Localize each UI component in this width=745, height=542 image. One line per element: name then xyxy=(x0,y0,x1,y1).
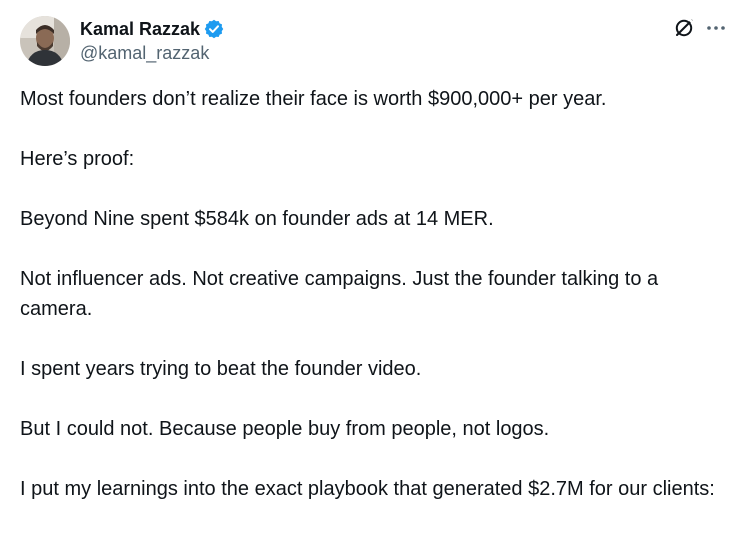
avatar-photo-icon xyxy=(20,16,70,66)
tweet-header: Kamal Razzak @kamal_razzak xyxy=(20,14,224,68)
grok-icon[interactable] xyxy=(673,17,695,39)
tweet-paragraph: But I could not. Because people buy from… xyxy=(20,418,550,440)
tweet-paragraph: I spent years trying to beat the founder… xyxy=(20,358,422,380)
tweet-text: Most founders don’t realize their face i… xyxy=(20,84,730,534)
tweet-card: Kamal Razzak @kamal_razzak Most founders… xyxy=(0,0,745,542)
tweet-paragraph: Beyond Nine spent $584k on founder ads a… xyxy=(20,208,494,230)
verified-badge-icon[interactable] xyxy=(204,19,224,39)
avatar[interactable] xyxy=(20,16,70,66)
more-options-icon[interactable] xyxy=(705,17,727,39)
top-actions xyxy=(673,17,727,39)
tweet-paragraph: Most founders don’t realize their face i… xyxy=(20,88,607,110)
name-row: Kamal Razzak xyxy=(80,17,224,41)
tweet-paragraph: I put my learnings into the exact playbo… xyxy=(20,478,715,500)
tweet-paragraph: Not influencer ads. Not creative campaig… xyxy=(20,268,659,320)
author-handle[interactable]: @kamal_razzak xyxy=(80,41,224,65)
display-name[interactable]: Kamal Razzak xyxy=(80,19,200,40)
tweet-paragraph: Here’s proof: xyxy=(20,148,135,170)
author-info: Kamal Razzak @kamal_razzak xyxy=(80,17,224,65)
